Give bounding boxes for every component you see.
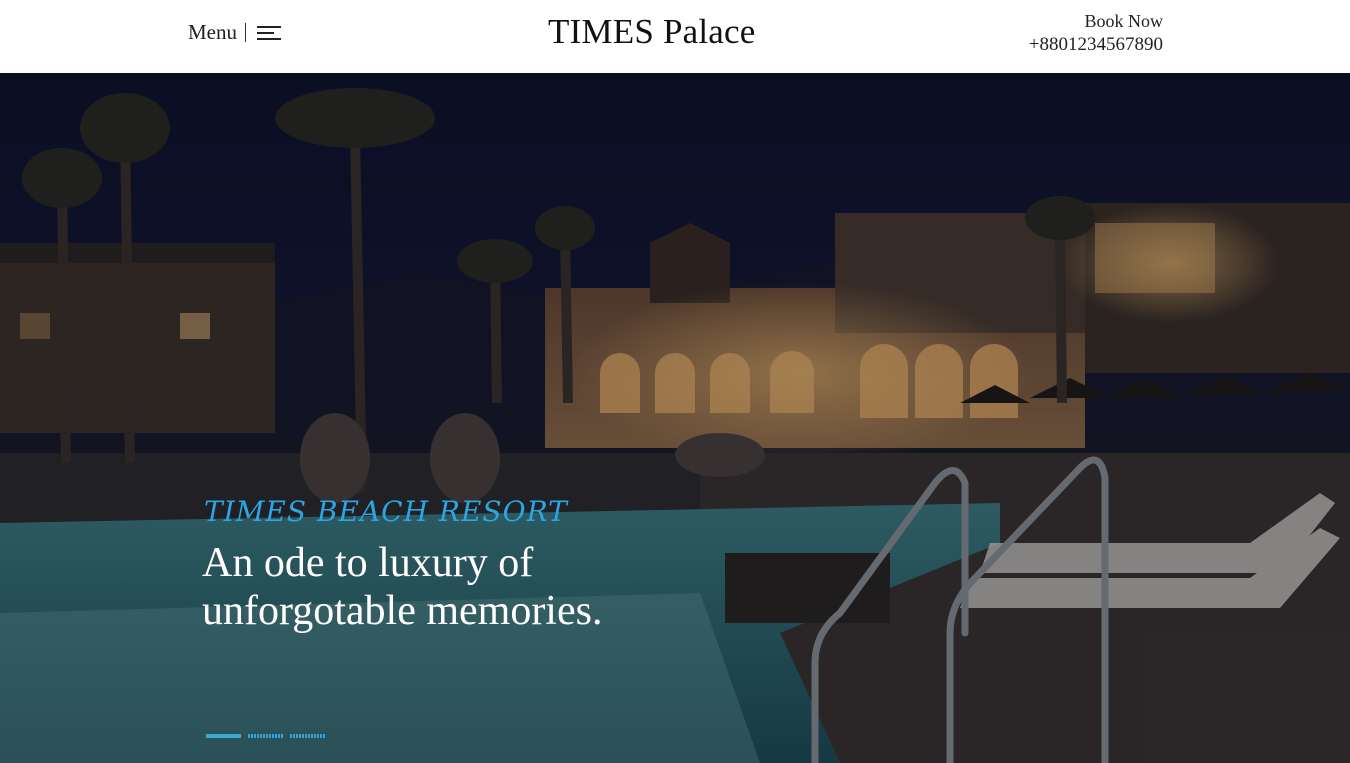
book-now-link[interactable]: Book Now — [1029, 10, 1163, 33]
hero-headline-line-1: An ode to luxury of — [202, 540, 534, 586]
hamburger-icon[interactable] — [257, 24, 283, 42]
hero-headline: An ode to luxury of unforgotable memorie… — [202, 539, 762, 635]
slide-indicator-2[interactable] — [248, 734, 283, 738]
hero-slider: TIMES BEACH RESORT An ode to luxury of u… — [0, 73, 1350, 763]
menu-divider — [245, 23, 246, 42]
site-header: Menu TIMES Palace Book Now +880123456789… — [0, 0, 1350, 73]
hero-dark-overlay — [0, 73, 1350, 763]
site-logo[interactable]: TIMES Palace — [548, 12, 755, 52]
menu-label: Menu — [188, 20, 237, 44]
slide-indicator-1[interactable] — [206, 734, 241, 738]
menu-toggle-button[interactable]: Menu — [188, 20, 283, 45]
hero-eyebrow: TIMES BEACH RESORT — [204, 495, 568, 528]
booking-contact[interactable]: Book Now +8801234567890 — [1029, 10, 1163, 56]
slide-indicator-3[interactable] — [290, 734, 325, 738]
slider-pagination — [206, 734, 325, 738]
hero-headline-line-2: unforgotable memories. — [202, 588, 603, 634]
phone-number-link[interactable]: +8801234567890 — [1029, 33, 1163, 56]
